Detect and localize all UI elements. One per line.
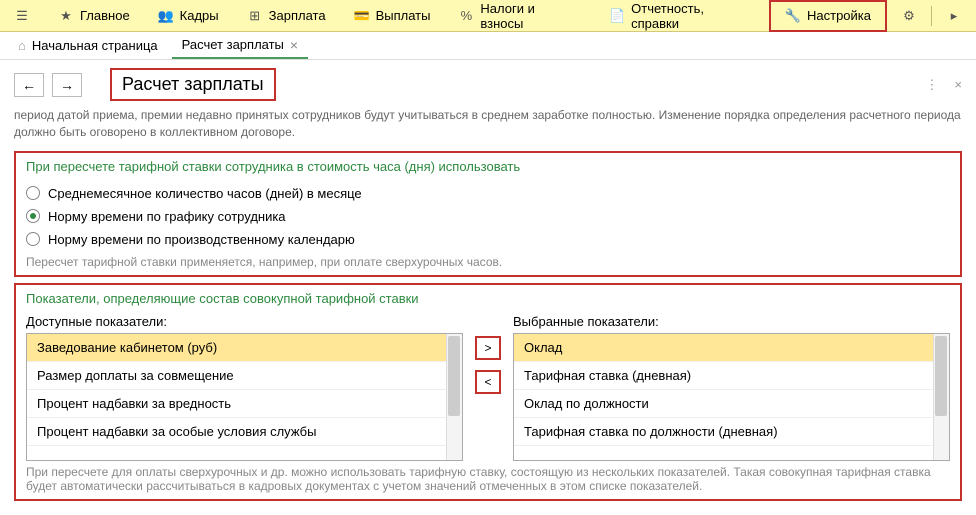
star-icon: ★ <box>58 8 74 24</box>
nav-label: Выплаты <box>376 8 431 23</box>
nav-label: Главное <box>80 8 130 23</box>
tab-bar: ⌂ Начальная страница Расчет зарплаты × <box>0 32 976 60</box>
radio-icon <box>26 209 40 223</box>
more-button[interactable]: ▸ <box>932 0 976 32</box>
move-buttons: > < <box>475 314 501 394</box>
radio-label: Норму времени по графику сотрудника <box>48 209 286 224</box>
list-item[interactable]: Тарифная ставка (дневная) <box>514 362 949 390</box>
list-item[interactable]: Размер доплаты за совмещение <box>27 362 462 390</box>
list-item[interactable]: Оклад <box>514 334 949 362</box>
page-title: Расчет зарплаты <box>110 68 276 101</box>
payments-icon: 💳 <box>354 8 370 24</box>
home-icon: ⌂ <box>18 38 26 53</box>
nav-label: Настройка <box>807 8 871 23</box>
hint-text: Пересчет тарифной ставки применяется, на… <box>26 255 950 269</box>
move-right-button[interactable]: > <box>475 336 501 360</box>
scrollbar[interactable] <box>933 334 949 460</box>
radio-option-calendar[interactable]: Норму времени по производственному кален… <box>26 228 950 251</box>
nav-otchetnost[interactable]: 📄 Отчетность, справки <box>595 0 769 32</box>
calculator-icon: ⊞ <box>247 8 263 24</box>
close-page[interactable]: × <box>954 77 962 93</box>
available-label: Доступные показатели: <box>26 314 463 329</box>
selected-label: Выбранные показатели: <box>513 314 950 329</box>
move-left-button[interactable]: < <box>475 370 501 394</box>
nav-vyplaty[interactable]: 💳 Выплаты <box>340 0 445 32</box>
content-area: ← → Расчет зарплаты ⋮ × период датой при… <box>0 60 976 515</box>
selected-column: Выбранные показатели: Оклад Тарифная ста… <box>513 314 950 461</box>
menu-toggle[interactable]: ☰ <box>0 0 44 32</box>
intro-text: период датой приема, премии недавно прин… <box>14 107 962 141</box>
tab-label: Начальная страница <box>32 38 158 53</box>
settings-button[interactable]: ⚙ <box>887 0 931 32</box>
scroll-thumb[interactable] <box>935 336 947 416</box>
tab-raschet[interactable]: Расчет зарплаты × <box>172 33 308 59</box>
kebab-menu[interactable]: ⋮ <box>925 77 938 93</box>
close-icon[interactable]: × <box>290 37 298 53</box>
chevron-right-icon: ▸ <box>946 8 962 24</box>
list-item[interactable]: Процент надбавки за особые условия служб… <box>27 418 462 446</box>
nav-kadry[interactable]: 👥 Кадры <box>144 0 233 32</box>
nav-main[interactable]: ★ Главное <box>44 0 144 32</box>
forward-button[interactable]: → <box>52 73 82 97</box>
wrench-icon: 🔧 <box>785 8 801 24</box>
hamburger-icon: ☰ <box>14 8 30 24</box>
nav-label: Зарплата <box>269 8 326 23</box>
nav-row: ← → Расчет зарплаты ⋮ × <box>14 68 962 101</box>
radio-label: Норму времени по производственному кален… <box>48 232 355 247</box>
hint-text: При пересчете для оплаты сверхурочных и … <box>26 465 950 493</box>
section-title: Показатели, определяющие состав совокупн… <box>26 291 950 306</box>
percent-icon: % <box>458 8 474 24</box>
available-listbox[interactable]: Заведование кабинетом (руб) Размер допла… <box>26 333 463 461</box>
scrollbar[interactable] <box>446 334 462 460</box>
nav-label: Налоги и взносы <box>480 1 581 31</box>
arrow-right-icon: → <box>60 77 74 93</box>
list-item[interactable]: Оклад по должности <box>514 390 949 418</box>
main-toolbar: ☰ ★ Главное 👥 Кадры ⊞ Зарплата 💳 Выплаты… <box>0 0 976 32</box>
list-item[interactable]: Тарифная ставка по должности (дневная) <box>514 418 949 446</box>
available-column: Доступные показатели: Заведование кабине… <box>26 314 463 461</box>
people-icon: 👥 <box>158 8 174 24</box>
selected-listbox[interactable]: Оклад Тарифная ставка (дневная) Оклад по… <box>513 333 950 461</box>
radio-option-avg-hours[interactable]: Среднемесячное количество часов (дней) в… <box>26 182 950 205</box>
radio-option-schedule[interactable]: Норму времени по графику сотрудника <box>26 205 950 228</box>
section-title: При пересчете тарифной ставки сотрудника… <box>26 159 950 174</box>
tab-home[interactable]: ⌂ Начальная страница <box>8 34 168 57</box>
back-button[interactable]: ← <box>14 73 44 97</box>
section-tariff-indicators: Показатели, определяющие состав совокупн… <box>14 283 962 501</box>
nav-label: Кадры <box>180 8 219 23</box>
nav-zarplata[interactable]: ⊞ Зарплата <box>233 0 340 32</box>
nav-nalogi[interactable]: % Налоги и взносы <box>444 0 595 32</box>
scroll-thumb[interactable] <box>448 336 460 416</box>
radio-label: Среднемесячное количество часов (дней) в… <box>48 186 362 201</box>
radio-icon <box>26 232 40 246</box>
section-tariff-conversion: При пересчете тарифной ставки сотрудника… <box>14 151 962 277</box>
radio-icon <box>26 186 40 200</box>
list-item[interactable]: Заведование кабинетом (руб) <box>27 334 462 362</box>
tab-label: Расчет зарплаты <box>182 37 284 52</box>
list-item[interactable]: Процент надбавки за вредность <box>27 390 462 418</box>
gear-icon: ⚙ <box>901 8 917 24</box>
arrow-left-icon: ← <box>22 77 36 93</box>
document-icon: 📄 <box>609 8 625 24</box>
nav-nastroika[interactable]: 🔧 Настройка <box>769 0 887 32</box>
nav-label: Отчетность, справки <box>631 1 755 31</box>
